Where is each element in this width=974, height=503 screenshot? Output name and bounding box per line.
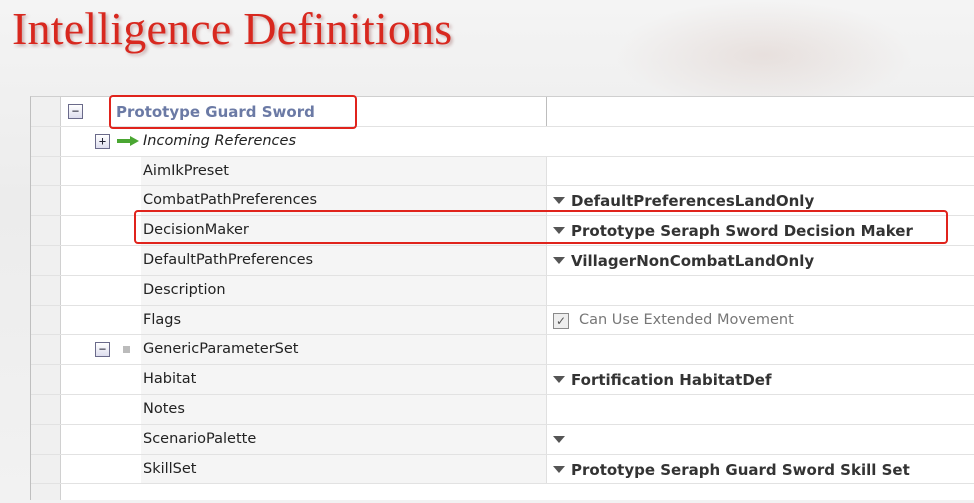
property-row-notes[interactable]: Notes (31, 394, 974, 425)
property-row-defaultpathpreferences[interactable]: DefaultPathPreferences VillagerNonCombat… (31, 245, 974, 276)
incoming-references-row[interactable]: + Incoming References (31, 126, 974, 157)
dropdown-arrow-icon[interactable] (553, 435, 565, 443)
property-dropdown[interactable]: Fortification HabitatDef (553, 371, 771, 389)
generic-parameter-set-label: GenericParameterSet (143, 341, 299, 358)
property-name: SkillSet (143, 460, 197, 477)
property-row-combatpathpreferences[interactable]: CombatPathPreferences DefaultPreferences… (31, 186, 974, 217)
property-dropdown[interactable]: Prototype Seraph Sword Decision Maker (553, 222, 913, 240)
property-row-flags[interactable]: Flags ✓ Can Use Extended Movement (31, 305, 974, 336)
property-name: Habitat (143, 371, 197, 388)
collapse-icon[interactable]: − (95, 342, 110, 358)
expand-icon[interactable]: + (95, 133, 110, 149)
flag-checkbox[interactable]: ✓ (553, 312, 569, 329)
property-row-skillset[interactable]: SkillSet Prototype Seraph Guard Sword Sk… (31, 454, 974, 485)
node-icon (123, 346, 130, 354)
property-row-decisionmaker[interactable]: DecisionMaker Prototype Seraph Sword Dec… (31, 216, 974, 246)
dropdown-arrow-icon[interactable] (553, 227, 565, 235)
property-name: DefaultPathPreferences (143, 251, 314, 268)
generic-parameter-set-row[interactable]: − GenericParameterSet (31, 335, 974, 366)
dropdown-arrow-icon[interactable] (553, 376, 565, 384)
property-row-description[interactable]: Description (31, 275, 974, 306)
dropdown-arrow-icon[interactable] (553, 197, 565, 205)
flag-checkbox-label: Can Use Extended Movement (579, 311, 794, 328)
value-cell[interactable] (547, 424, 974, 454)
item-title-row[interactable]: − Prototype Guard Sword (31, 97, 974, 127)
green-arrow-icon (117, 135, 139, 146)
property-row-scenariopalette[interactable]: ScenarioPalette (31, 424, 974, 455)
value-cell[interactable] (547, 275, 974, 305)
property-name: Flags (143, 311, 182, 328)
slide-title: Intelligence Definitions (12, 3, 453, 54)
incoming-references-label: Incoming References (143, 132, 297, 149)
value-cell[interactable] (547, 394, 974, 424)
property-dropdown[interactable]: DefaultPreferencesLandOnly (553, 192, 814, 210)
property-dropdown[interactable] (553, 431, 571, 449)
dropdown-arrow-icon[interactable] (553, 465, 565, 473)
property-name: DecisionMaker (143, 222, 249, 239)
property-dropdown[interactable]: VillagerNonCombatLandOnly (553, 252, 814, 270)
property-name: CombatPathPreferences (143, 192, 318, 209)
value-cell[interactable] (547, 156, 974, 186)
property-dropdown[interactable]: Prototype Seraph Guard Sword Skill Set (553, 461, 910, 479)
property-name: AimIkPreset (143, 162, 229, 179)
property-name: Notes (143, 400, 185, 417)
item-title: Prototype Guard Sword (116, 103, 315, 121)
property-row-habitat[interactable]: Habitat Fortification HabitatDef (31, 365, 974, 395)
property-grid: − Prototype Guard Sword + Incoming Refer… (30, 96, 974, 500)
collapse-icon[interactable]: − (68, 104, 83, 119)
dropdown-arrow-icon[interactable] (553, 256, 565, 264)
property-name: ScenarioPalette (143, 430, 257, 447)
property-name: Description (143, 281, 226, 298)
property-row-aimikpreset[interactable]: AimIkPreset (31, 156, 974, 187)
background-artwork (614, 0, 914, 110)
